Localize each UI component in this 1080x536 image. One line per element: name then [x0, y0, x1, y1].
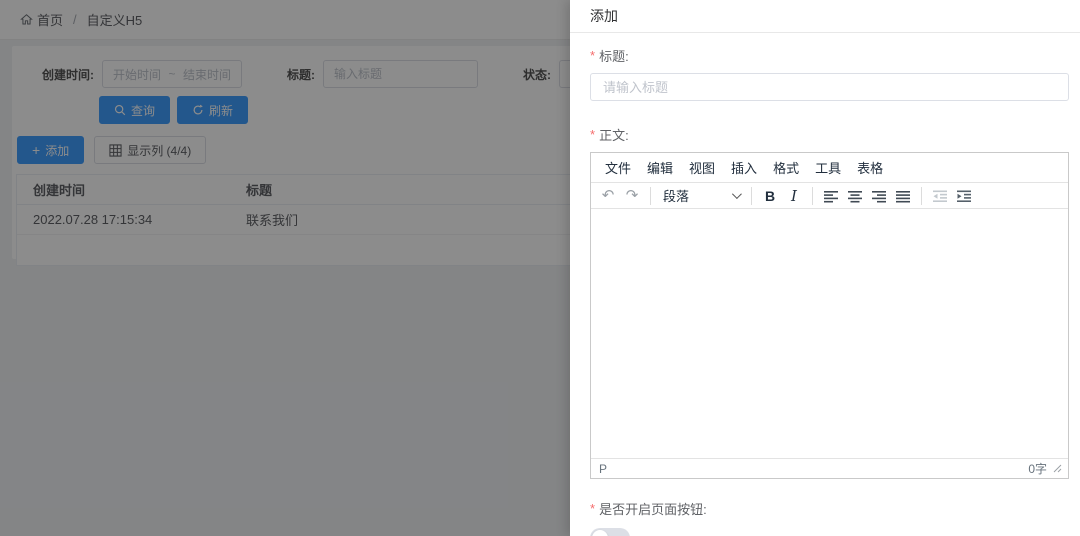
drawer-header: 添加 [570, 0, 1080, 33]
title-field-label: * 标题: [590, 48, 629, 64]
outdent-icon [933, 190, 947, 202]
menu-file[interactable]: 文件 [597, 155, 639, 180]
menu-insert[interactable]: 插入 [723, 155, 765, 180]
indent-button[interactable] [952, 185, 976, 207]
menu-edit[interactable]: 编辑 [639, 155, 681, 180]
editor-content-area[interactable] [591, 209, 1068, 458]
align-justify-button[interactable] [891, 185, 915, 207]
toggle-knob [592, 530, 608, 536]
menu-tools[interactable]: 工具 [807, 155, 849, 180]
resize-handle-icon[interactable] [1053, 464, 1062, 473]
editor-toolbar: ↶ ↷ 段落 B I [591, 182, 1068, 209]
align-center-icon [848, 190, 862, 202]
page-button-field-label: * 是否开启页面按钮: [590, 501, 707, 517]
redo-button[interactable]: ↷ [620, 185, 644, 207]
title-input[interactable] [590, 73, 1069, 101]
bold-button[interactable]: B [758, 185, 782, 207]
required-star: * [590, 127, 596, 142]
outdent-button[interactable] [928, 185, 952, 207]
required-star: * [590, 501, 596, 516]
toolbar-separator [921, 186, 922, 205]
editor-statusbar: P 0字 [591, 458, 1068, 478]
editor-menubar: 文件 编辑 视图 插入 格式 工具 表格 [591, 153, 1068, 182]
chevron-down-icon [731, 189, 742, 200]
menu-view[interactable]: 视图 [681, 155, 723, 180]
toolbar-separator [650, 186, 651, 205]
align-center-button[interactable] [843, 185, 867, 207]
toolbar-separator [751, 186, 752, 205]
element-path[interactable]: P [599, 462, 607, 476]
paragraph-format-select[interactable]: 段落 [657, 185, 745, 207]
menu-table[interactable]: 表格 [849, 155, 891, 180]
indent-icon [957, 190, 971, 202]
undo-button[interactable]: ↶ [596, 185, 620, 207]
align-left-icon [824, 190, 838, 202]
menu-format[interactable]: 格式 [765, 155, 807, 180]
align-left-button[interactable] [819, 185, 843, 207]
rich-text-editor: 文件 编辑 视图 插入 格式 工具 表格 ↶ ↷ 段落 B I P 0字 [590, 152, 1069, 479]
page-button-toggle[interactable] [590, 528, 630, 536]
word-count: 0字 [1028, 462, 1047, 476]
body-field-label: * 正文: [590, 127, 629, 143]
align-right-icon [872, 190, 886, 202]
drawer-title: 添加 [590, 8, 618, 24]
italic-button[interactable]: I [782, 185, 806, 207]
required-star: * [590, 48, 596, 63]
drawer-body: * 标题: * 正文: 文件 编辑 视图 插入 格式 工具 表格 ↶ ↷ [570, 33, 1080, 536]
toolbar-separator [812, 186, 813, 205]
align-justify-icon [896, 190, 910, 202]
align-right-button[interactable] [867, 185, 891, 207]
add-drawer: 添加 * 标题: * 正文: 文件 编辑 视图 插入 格式 工具 表格 ↶ ↷ [570, 0, 1080, 536]
